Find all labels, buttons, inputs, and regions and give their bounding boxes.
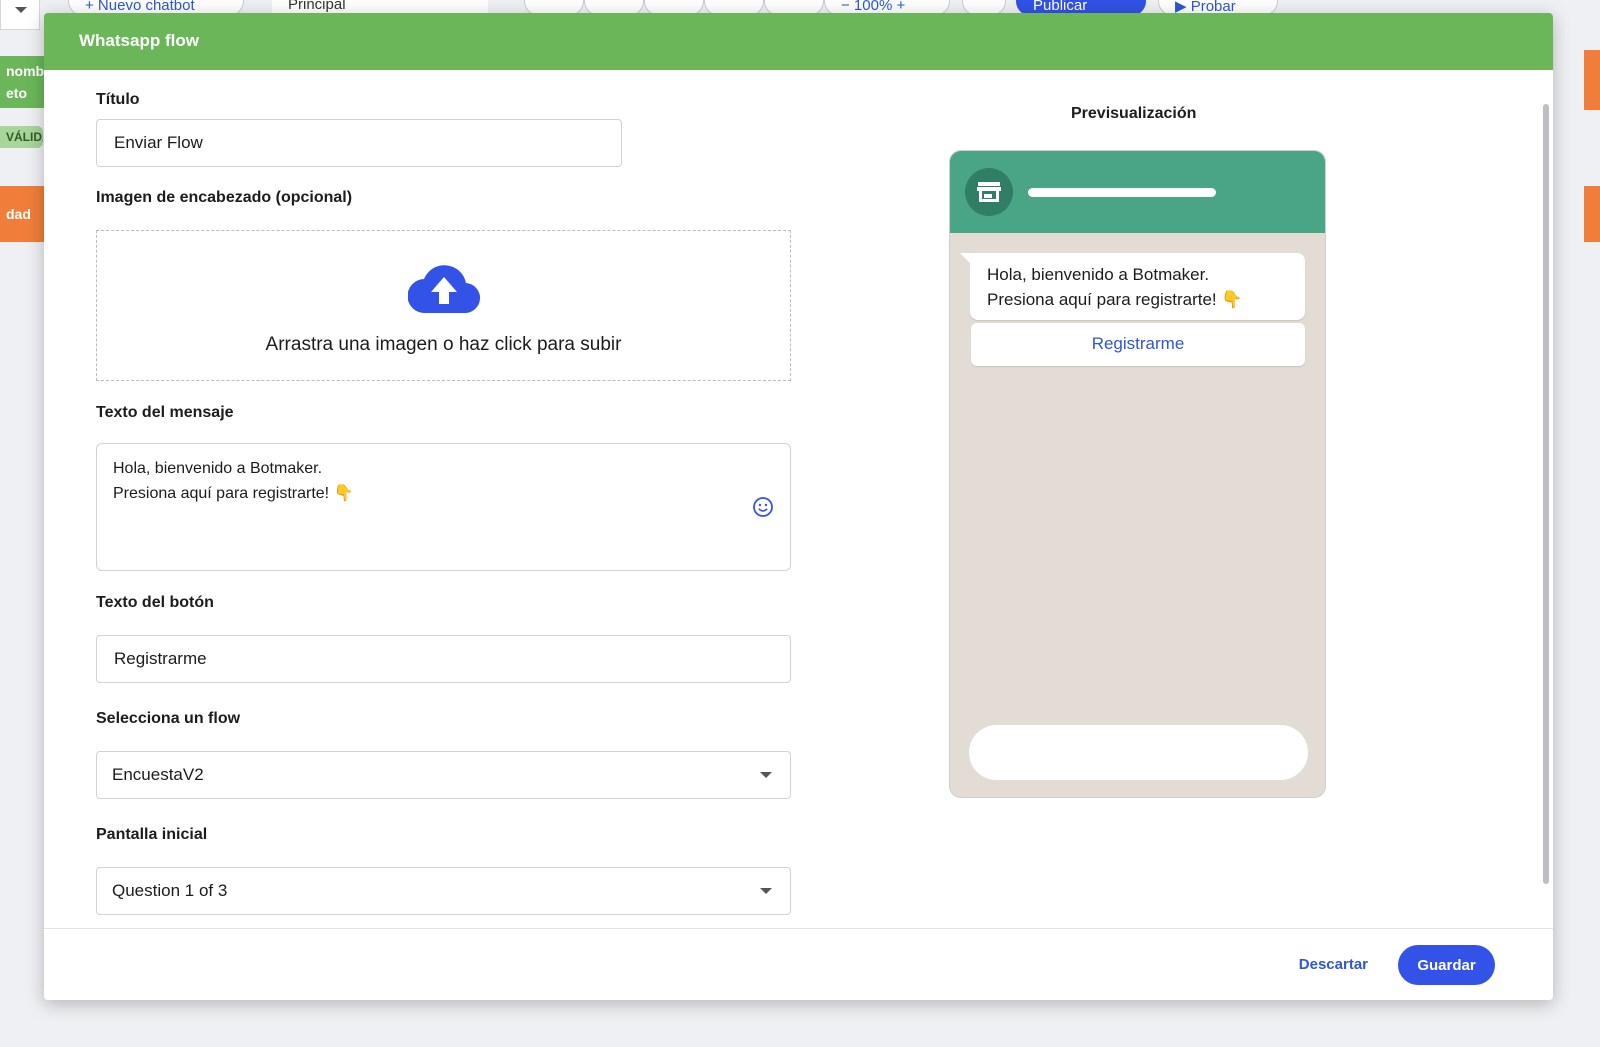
chat-header xyxy=(950,151,1325,233)
valid-badge: VÁLIDA xyxy=(0,126,43,148)
background-node-right xyxy=(1584,186,1600,242)
phone-preview: Hola, bienvenido a Botmaker. Presiona aq… xyxy=(949,150,1326,798)
message-bubble: Hola, bienvenido a Botmaker. Presiona aq… xyxy=(960,253,1305,320)
cloud-upload-icon xyxy=(408,265,480,313)
node-text: eto xyxy=(6,85,27,101)
title-label: Título xyxy=(96,91,140,108)
background-node-right xyxy=(1584,50,1600,110)
modal-title: Whatsapp flow xyxy=(44,13,1553,70)
initial-screen-label: Pantalla inicial xyxy=(96,826,208,843)
contact-name-placeholder xyxy=(1028,188,1216,197)
message-textarea[interactable]: Hola, bienvenido a Botmaker. Presiona aq… xyxy=(96,443,791,571)
caret-down-icon xyxy=(760,772,772,778)
preview-title: Previsualización xyxy=(1071,105,1197,122)
background-node-orange: dad xyxy=(0,186,44,242)
discard-button[interactable]: Descartar xyxy=(1299,956,1368,973)
title-input[interactable]: Enviar Flow xyxy=(96,119,622,167)
whatsapp-flow-modal: Whatsapp flow Título Enviar Flow Imagen … xyxy=(44,13,1553,1000)
node-text: nombre xyxy=(6,63,44,79)
header-image-label: Imagen de encabezado (opcional) xyxy=(96,189,353,206)
upload-instruction: Arrastra una imagen o haz click para sub… xyxy=(265,334,622,355)
message-label: Texto del mensaje xyxy=(96,404,234,421)
message-line: Hola, bienvenido a Botmaker. xyxy=(113,460,323,477)
image-dropzone[interactable]: Arrastra una imagen o haz click para sub… xyxy=(96,230,791,381)
avatar xyxy=(965,168,1013,216)
initial-screen-value: Question 1 of 3 xyxy=(112,881,228,900)
bubble-line: Hola, bienvenido a Botmaker. xyxy=(987,265,1210,284)
scrollbar[interactable] xyxy=(1543,104,1549,884)
message-composer xyxy=(969,725,1308,780)
flow-select-label: Selecciona un flow xyxy=(96,710,241,727)
bubble-cta-button: Registrarme xyxy=(971,323,1305,366)
message-line: Presiona aquí para registrarte! 👇 xyxy=(113,485,354,502)
button-text-label: Texto del botón xyxy=(96,594,214,611)
flow-select[interactable]: EncuestaV2 xyxy=(96,751,791,799)
modal-body: Título Enviar Flow Imagen de encabezado … xyxy=(44,70,1553,928)
background-toolbar: + Nuevo chatbot Principal − 100% + Publi… xyxy=(0,0,1600,30)
modal-footer: Descartar Guardar xyxy=(44,928,1553,1000)
emoji-icon[interactable] xyxy=(752,496,774,518)
flow-select-value: EncuestaV2 xyxy=(112,765,204,784)
bubble-line: Presiona aquí para registrarte! 👇 xyxy=(987,290,1243,309)
button-text-input[interactable]: Registrarme xyxy=(96,635,791,683)
initial-screen-select[interactable]: Question 1 of 3 xyxy=(96,867,791,915)
background-node-green: nombre eto xyxy=(0,56,44,108)
store-icon xyxy=(977,182,1001,202)
background-dropdown[interactable] xyxy=(0,0,40,30)
caret-down-icon xyxy=(760,888,772,894)
save-button[interactable]: Guardar xyxy=(1398,945,1495,985)
